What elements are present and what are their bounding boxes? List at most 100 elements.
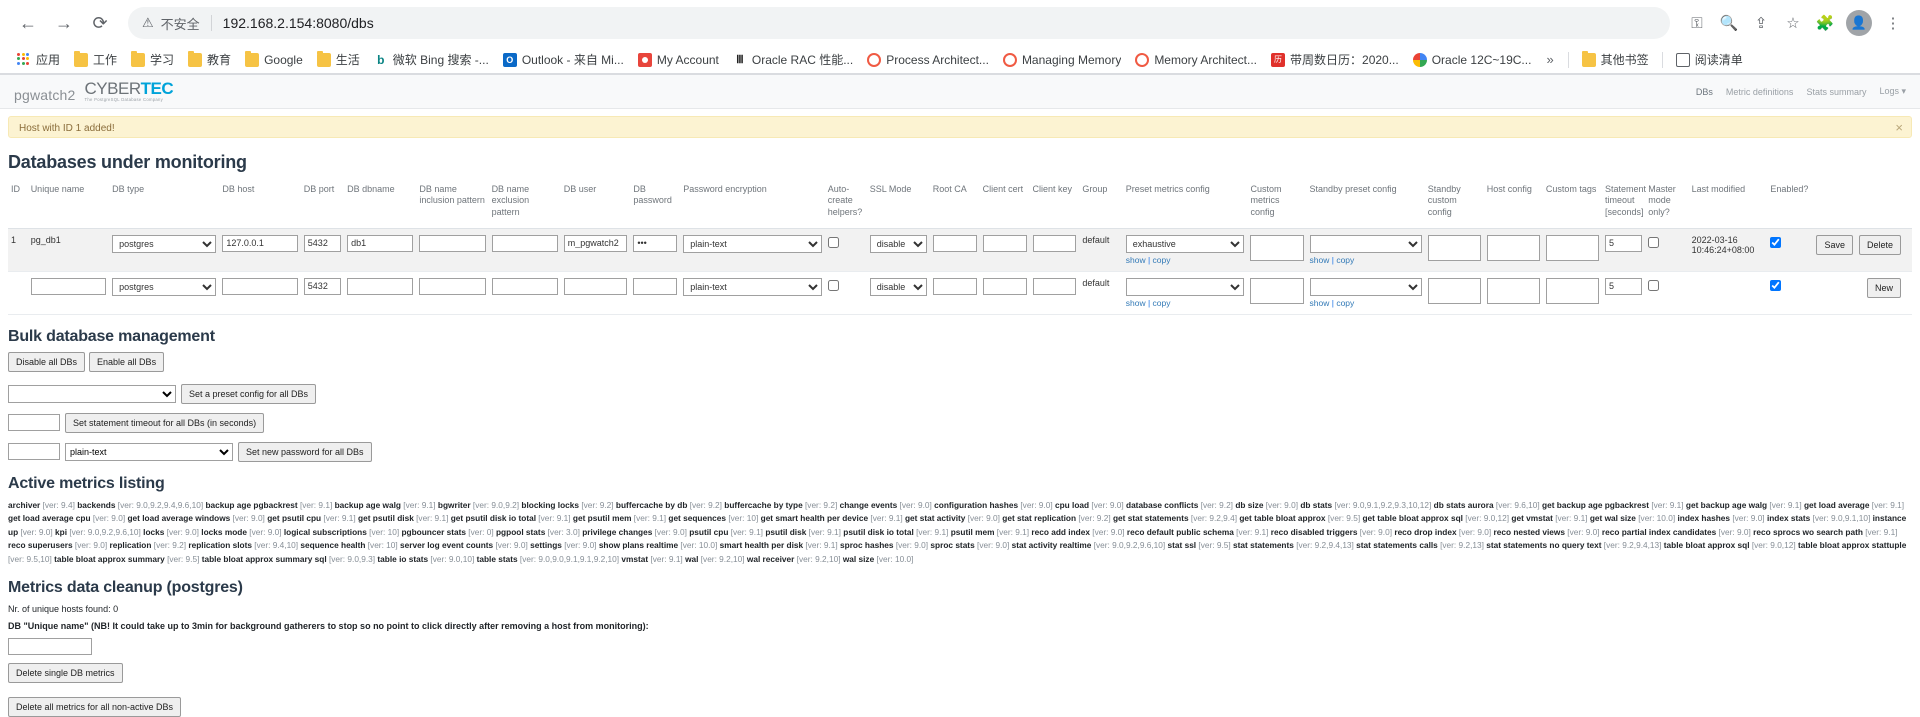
new-password-encryption-select[interactable]: plain-text	[683, 277, 822, 296]
new-host-config-textarea[interactable]	[1486, 277, 1540, 304]
preset-metrics-config-select[interactable]: exhaustive	[1125, 234, 1245, 253]
bookmark-process-architecture[interactable]: Process Architect...	[860, 50, 996, 70]
bulk-timeout-input[interactable]	[8, 414, 60, 432]
new-preset-copy-link[interactable]: copy	[1153, 298, 1171, 308]
new-ssl-mode-select[interactable]: disable	[869, 277, 927, 296]
bookmark-oracle-rac[interactable]: Ⅲ Oracle RAC 性能...	[726, 48, 860, 71]
forward-arrow-icon[interactable]: →	[48, 7, 80, 39]
new-custom-tags-textarea[interactable]	[1545, 277, 1599, 304]
db-type-select[interactable]: postgres	[112, 234, 217, 253]
bookmark-xuexi[interactable]: 学习	[124, 48, 181, 71]
custom-tags-textarea[interactable]	[1545, 234, 1599, 261]
close-icon[interactable]: ×	[1895, 120, 1903, 135]
new-db-name-exclusion-input[interactable]	[491, 277, 558, 295]
nav-link-dbs[interactable]: DBs	[1696, 87, 1713, 97]
new-db-type-select[interactable]: postgres	[112, 277, 217, 296]
bookmark-calendar[interactable]: 历 带周数日历：2020...	[1264, 48, 1406, 71]
new-statement-timeout-input[interactable]	[1604, 277, 1643, 295]
new-standby-custom-config-textarea[interactable]	[1427, 277, 1481, 304]
preset-show-link[interactable]: show	[1126, 255, 1146, 265]
new-db-port-input[interactable]	[303, 277, 342, 295]
new-standby-show-link[interactable]: show	[1310, 298, 1330, 308]
reload-icon[interactable]: ⟳	[84, 7, 116, 39]
new-enabled-checkbox[interactable]	[1770, 279, 1782, 291]
other-bookmarks-folder[interactable]: 其他书签	[1575, 48, 1656, 71]
bookmarks-overflow-icon[interactable]: »	[1538, 52, 1561, 67]
new-auto-create-helpers-checkbox[interactable]	[827, 279, 839, 291]
bulk-password-encryption-select[interactable]: plain-text	[65, 442, 233, 461]
set-preset-config-button[interactable]: Set a preset config for all DBs	[181, 383, 317, 404]
new-db-host-input[interactable]	[222, 277, 298, 295]
bookmark-outlook[interactable]: O Outlook - 来自 Mi...	[496, 48, 631, 71]
delete-single-db-metrics-button[interactable]: Delete single DB metrics	[8, 662, 123, 683]
key-icon[interactable]: ⚿	[1682, 8, 1712, 38]
enabled-checkbox[interactable]	[1770, 236, 1782, 248]
new-preset-metrics-config-select[interactable]	[1125, 277, 1245, 296]
db-dbname-input[interactable]	[347, 234, 414, 252]
db-user-input[interactable]	[563, 234, 628, 252]
set-new-password-button[interactable]: Set new password for all DBs	[238, 441, 372, 462]
new-preset-show-link[interactable]: show	[1126, 298, 1146, 308]
disable-all-dbs-button[interactable]: Disable all DBs	[8, 351, 86, 372]
custom-metrics-config-textarea[interactable]	[1250, 234, 1304, 261]
db-name-inclusion-input[interactable]	[419, 234, 486, 252]
cleanup-unique-name-input[interactable]	[8, 637, 92, 655]
new-standby-preset-config-select[interactable]	[1309, 277, 1422, 296]
standby-copy-link[interactable]: copy	[1336, 255, 1354, 265]
new-custom-metrics-config-textarea[interactable]	[1250, 277, 1304, 304]
root-ca-input[interactable]	[932, 234, 977, 252]
new-master-mode-only-checkbox[interactable]	[1648, 279, 1660, 291]
star-icon[interactable]: ☆	[1778, 8, 1808, 38]
search-icon[interactable]: 🔍	[1714, 8, 1744, 38]
bookmark-bing[interactable]: b 微软 Bing 搜索 -...	[367, 48, 496, 71]
bookmark-google[interactable]: Google	[238, 50, 310, 70]
nav-link-logs[interactable]: Logs ▾	[1879, 86, 1906, 97]
client-cert-input[interactable]	[982, 234, 1027, 252]
enable-all-dbs-button[interactable]: Enable all DBs	[89, 351, 165, 372]
extensions-icon[interactable]: 🧩	[1810, 8, 1840, 38]
password-encryption-select[interactable]: plain-text	[683, 234, 822, 253]
address-bar[interactable]: ⚠ 不安全 192.168.2.154:8080/dbs	[128, 7, 1670, 39]
share-icon[interactable]: ⇪	[1746, 8, 1776, 38]
bookmark-memory-architecture[interactable]: Memory Architect...	[1128, 50, 1264, 70]
ssl-mode-select[interactable]: disable	[869, 234, 927, 253]
new-button[interactable]: New	[1866, 277, 1901, 298]
delete-button[interactable]: Delete	[1858, 234, 1901, 255]
bookmark-jiaoyu[interactable]: 教育	[181, 48, 238, 71]
new-root-ca-input[interactable]	[932, 277, 977, 295]
set-statement-timeout-button[interactable]: Set statement timeout for all DBs (in se…	[65, 412, 265, 433]
new-client-key-input[interactable]	[1032, 277, 1077, 295]
new-db-user-input[interactable]	[563, 277, 628, 295]
delete-all-non-active-metrics-button[interactable]: Delete all metrics for all non-active DB…	[8, 696, 182, 717]
standby-show-link[interactable]: show	[1310, 255, 1330, 265]
db-port-input[interactable]	[303, 234, 342, 252]
client-key-input[interactable]	[1032, 234, 1077, 252]
host-config-textarea[interactable]	[1486, 234, 1540, 261]
bookmark-gongzuo[interactable]: 工作	[67, 48, 124, 71]
new-db-password-input[interactable]	[633, 277, 678, 295]
auto-create-helpers-checkbox[interactable]	[827, 236, 839, 248]
standby-custom-config-textarea[interactable]	[1427, 234, 1481, 261]
db-password-input[interactable]	[633, 234, 678, 252]
profile-icon[interactable]: 👤	[1846, 10, 1872, 36]
nav-link-metric-definitions[interactable]: Metric definitions	[1726, 87, 1794, 97]
new-db-name-inclusion-input[interactable]	[419, 277, 486, 295]
brand-logo[interactable]: pgwatch2 CYBERTEC The PostgreSQL Databas…	[14, 80, 174, 102]
three-dot-menu-icon[interactable]: ⋮	[1878, 8, 1908, 38]
save-button[interactable]: Save	[1816, 234, 1853, 255]
bookmark-oracle-12c-19c[interactable]: Oracle 12C~19C...	[1406, 50, 1539, 70]
standby-preset-config-select[interactable]	[1309, 234, 1422, 253]
db-name-exclusion-input[interactable]	[491, 234, 558, 252]
master-mode-only-checkbox[interactable]	[1648, 236, 1660, 248]
bulk-preset-select[interactable]	[8, 384, 176, 403]
reading-list-button[interactable]: 阅读清单	[1669, 48, 1750, 71]
statement-timeout-input[interactable]	[1604, 234, 1643, 252]
bookmark-my-account[interactable]: My Account	[631, 50, 726, 70]
preset-copy-link[interactable]: copy	[1153, 255, 1171, 265]
bookmark-shenghuo[interactable]: 生活	[310, 48, 367, 71]
bulk-password-input[interactable]	[8, 443, 60, 461]
bookmark-apps[interactable]: 应用	[10, 48, 67, 71]
db-host-input[interactable]	[222, 234, 298, 252]
new-db-dbname-input[interactable]	[347, 277, 414, 295]
bookmark-managing-memory[interactable]: Managing Memory	[996, 50, 1128, 70]
